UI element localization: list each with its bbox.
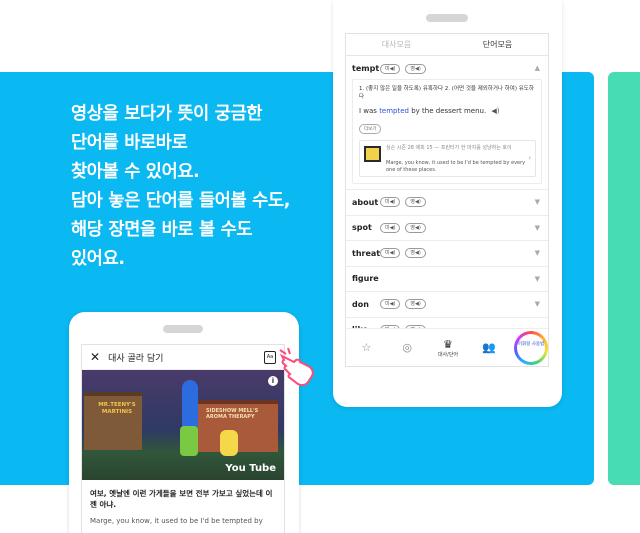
word-label: about xyxy=(352,197,379,207)
dictionary-icon[interactable]: Aa xyxy=(264,351,276,364)
word-row-tempt[interactable]: tempt 미◀) 영◀) ▲ xyxy=(346,56,548,82)
subtitle-korean[interactable]: 여보, 옛날엔 이런 가게들을 보면 전부 가보고 싶었는데 이젠 아냐. xyxy=(82,480,284,510)
character-body xyxy=(180,426,198,456)
example-pre: I was xyxy=(359,107,380,115)
chevron-down-icon[interactable]: ▼ xyxy=(535,275,540,283)
tab-dialogue-collection[interactable]: 대사모음 xyxy=(346,34,447,55)
people-icon: 👥 xyxy=(481,341,496,354)
example-sentence: I was tempted by the dessert menu. ◀) xyxy=(359,107,535,115)
usage-guide-button[interactable]: 어휘왕 사용법 xyxy=(514,331,548,365)
nav-dialogue-words[interactable]: ♛ 대사/단어 xyxy=(428,338,469,358)
word-detail-box: 1. (좋지 않은 일을 하도록) 유혹하다 2. (어떤 것을 제외하거나 하… xyxy=(352,79,542,184)
chevron-down-icon[interactable]: ▼ xyxy=(535,224,540,232)
scene-title: 심슨 시즌 28 에피 15 — 프린터가 한 마지를 성냥하는 호이 xyxy=(386,145,512,151)
word-label: don xyxy=(352,299,369,309)
headline-text: 영상을 보다가 뜻이 궁금한 단어를 바로바로 찾아볼 수 있어요. 담아 놓은… xyxy=(71,104,291,269)
nav-explore[interactable]: ◎ xyxy=(387,341,428,354)
pronounce-uk-button[interactable]: 영◀) xyxy=(405,248,426,259)
chevron-down-icon[interactable]: ▼ xyxy=(535,300,540,308)
character-hair xyxy=(182,380,198,428)
dialogue-pick-screen: ✕ 대사 골라 담기 Aa MR.TEENY'S MARTINIS SIDESH… xyxy=(81,344,285,533)
word-row-about[interactable]: about 미◀) 영◀) ▼ xyxy=(346,190,548,216)
word-label: spot xyxy=(352,223,372,233)
star-icon: ☆ xyxy=(361,341,372,354)
phone-speaker xyxy=(163,325,203,333)
crown-icon: ♛ xyxy=(443,337,453,351)
scene-subtitle: Marge, you know, it used to be I'd be te… xyxy=(386,160,526,173)
word-label: figure xyxy=(352,274,379,284)
usage-guide-label: 어휘왕 사용법 xyxy=(517,334,545,362)
chevron-down-icon[interactable]: ▼ xyxy=(535,198,540,206)
compass-icon: ◎ xyxy=(402,341,412,354)
word-row-spot[interactable]: spot 미◀) 영◀) ▼ xyxy=(346,216,548,241)
close-icon[interactable]: ✕ xyxy=(90,350,100,364)
word-row-don[interactable]: don 미◀) 영◀) ▼ xyxy=(346,292,548,318)
screen-header: ✕ 대사 골라 담기 Aa xyxy=(82,345,284,370)
video-player[interactable]: MR.TEENY'S MARTINIS SIDESHOW MELL'S AROM… xyxy=(82,370,284,480)
scene-link-card[interactable]: 심슨 시즌 28 에피 15 — 프린터가 한 마지를 성냥하는 호이 Marg… xyxy=(359,140,536,177)
more-button[interactable]: 더보기 xyxy=(359,124,382,134)
chevron-down-icon[interactable]: ▼ xyxy=(535,249,540,257)
building-sign-left: MR.TEENY'S MARTINIS xyxy=(98,402,136,415)
nav-active-label: 대사/단어 xyxy=(437,351,459,358)
word-label: tempt xyxy=(352,64,380,74)
pronounce-uk-button[interactable]: 영◀) xyxy=(405,63,426,74)
screen-title: 대사 골라 담기 xyxy=(108,353,164,364)
character-second xyxy=(220,430,238,456)
youtube-logo: You Tube xyxy=(225,463,276,474)
example-post: by the dessert menu. xyxy=(409,107,487,115)
green-accent-strip xyxy=(608,72,640,485)
pronounce-uk-button[interactable]: 영◀) xyxy=(405,222,426,233)
word-label: threat xyxy=(352,248,381,258)
pronounce-uk-button[interactable]: 영◀) xyxy=(405,299,426,310)
nav-community[interactable]: 👥 xyxy=(468,341,509,354)
chevron-up-icon[interactable]: ▲ xyxy=(535,64,540,72)
word-row-figure[interactable]: figure ▼ xyxy=(346,267,548,292)
tab-word-collection[interactable]: 단어모음 xyxy=(447,34,548,55)
building-sign-right: SIDESHOW MELL'S AROMA THERAPY xyxy=(206,408,259,420)
bottom-navigation: ☆ ◎ ♛ 대사/단어 👥 어휘왕 사용법 xyxy=(346,328,548,366)
speaker-icon[interactable]: ◀) xyxy=(491,107,499,115)
example-highlight: tempted xyxy=(379,107,409,115)
tab-bar: 대사모음 단어모음 xyxy=(346,34,548,56)
left-phone: ✕ 대사 골라 담기 Aa MR.TEENY'S MARTINIS SIDESH… xyxy=(69,312,299,533)
nav-favorites[interactable]: ☆ xyxy=(346,341,387,354)
pronounce-us-button[interactable]: 미◀) xyxy=(380,248,401,259)
info-icon[interactable]: i xyxy=(268,376,278,386)
pointing-hand-icon xyxy=(279,348,314,387)
pronounce-us-button[interactable]: 미◀) xyxy=(380,197,401,208)
scene-building-left: MR.TEENY'S MARTINIS xyxy=(84,392,142,450)
word-collection-screen: 대사모음 단어모음 tempt 미◀) 영◀) ▲ 1. (좋지 않은 일을 하… xyxy=(345,33,549,367)
word-definition: 1. (좋지 않은 일을 하도록) 유혹하다 2. (어떤 것을 제외하거나 하… xyxy=(359,86,534,100)
pronounce-uk-button[interactable]: 영◀) xyxy=(405,197,426,208)
pronounce-us-button[interactable]: 미◀) xyxy=(380,299,401,310)
pronounce-us-button[interactable]: 미◀) xyxy=(380,222,401,233)
scene-thumbnail xyxy=(364,146,381,162)
chevron-right-icon: › xyxy=(528,154,531,162)
right-phone: 대사모음 단어모음 tempt 미◀) 영◀) ▲ 1. (좋지 않은 일을 하… xyxy=(333,0,562,407)
word-row-threat[interactable]: threat 미◀) 영◀) ▼ xyxy=(346,241,548,267)
phone-speaker xyxy=(426,14,468,22)
subtitle-english[interactable]: Marge, you know, it used to be I'd be te… xyxy=(82,510,284,526)
pronounce-us-button[interactable]: 미◀) xyxy=(380,63,401,74)
expanded-word-card: tempt 미◀) 영◀) ▲ 1. (좋지 않은 일을 하도록) 유혹하다 2… xyxy=(346,56,548,190)
